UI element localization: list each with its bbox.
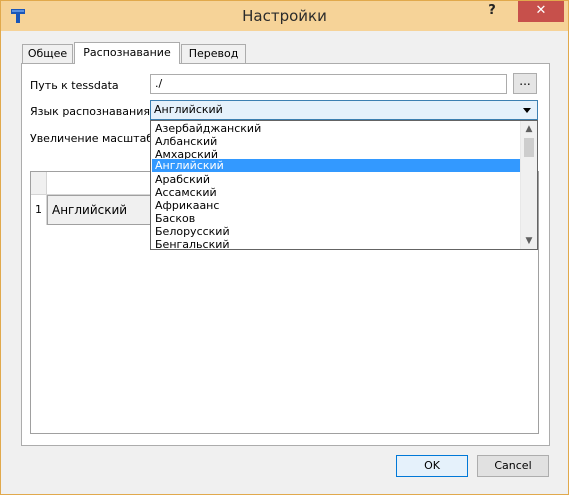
chevron-down-icon[interactable]: [523, 108, 531, 113]
list-item[interactable]: Арабский: [152, 173, 520, 186]
settings-window: Настройки ? ✕ Общее Распознавание Перево…: [0, 0, 569, 495]
list-item[interactable]: Бенгальский: [152, 238, 520, 251]
language-combobox[interactable]: Английский: [150, 100, 538, 120]
scrollbar-thumb[interactable]: [524, 138, 534, 157]
list-item[interactable]: Азербайджанский: [152, 122, 520, 135]
dropdown-scrollbar[interactable]: ▲ ▼: [520, 121, 537, 249]
close-icon: ✕: [535, 3, 547, 18]
scale-label: Увеличение масштаба: [30, 132, 160, 145]
list-item[interactable]: Африкаанс: [152, 199, 520, 212]
language-label: Язык распознавания: [30, 105, 150, 118]
tab-translation[interactable]: Перевод: [181, 44, 246, 63]
cancel-button[interactable]: Cancel: [477, 455, 549, 477]
tab-general[interactable]: Общее: [22, 44, 73, 63]
tessdata-path-input[interactable]: ./: [150, 74, 507, 94]
language-combobox-value: Английский: [154, 103, 223, 116]
language-dropdown-list: Азербайджанский Албанский Амхарский Англ…: [150, 120, 538, 251]
list-item[interactable]: Албанский: [152, 135, 520, 148]
browse-button[interactable]: ...: [513, 73, 537, 94]
list-item[interactable]: Белорусский: [152, 225, 520, 238]
table-corner[interactable]: [31, 172, 47, 195]
close-button[interactable]: ✕: [518, 1, 564, 22]
scroll-down-icon[interactable]: ▼: [521, 233, 537, 249]
list-item[interactable]: Басков: [152, 212, 520, 225]
table-row-header[interactable]: 1: [31, 195, 47, 225]
tab-recognition[interactable]: Распознавание: [74, 42, 180, 64]
ok-button[interactable]: OK: [396, 455, 468, 477]
list-item[interactable]: Ассамский: [152, 186, 520, 199]
help-button[interactable]: ?: [471, 1, 513, 23]
tessdata-label: Путь к tessdata: [30, 79, 119, 92]
list-item-selected[interactable]: Английский: [152, 159, 520, 172]
scroll-up-icon[interactable]: ▲: [521, 121, 537, 137]
title-bar[interactable]: Настройки ? ✕: [1, 1, 568, 31]
